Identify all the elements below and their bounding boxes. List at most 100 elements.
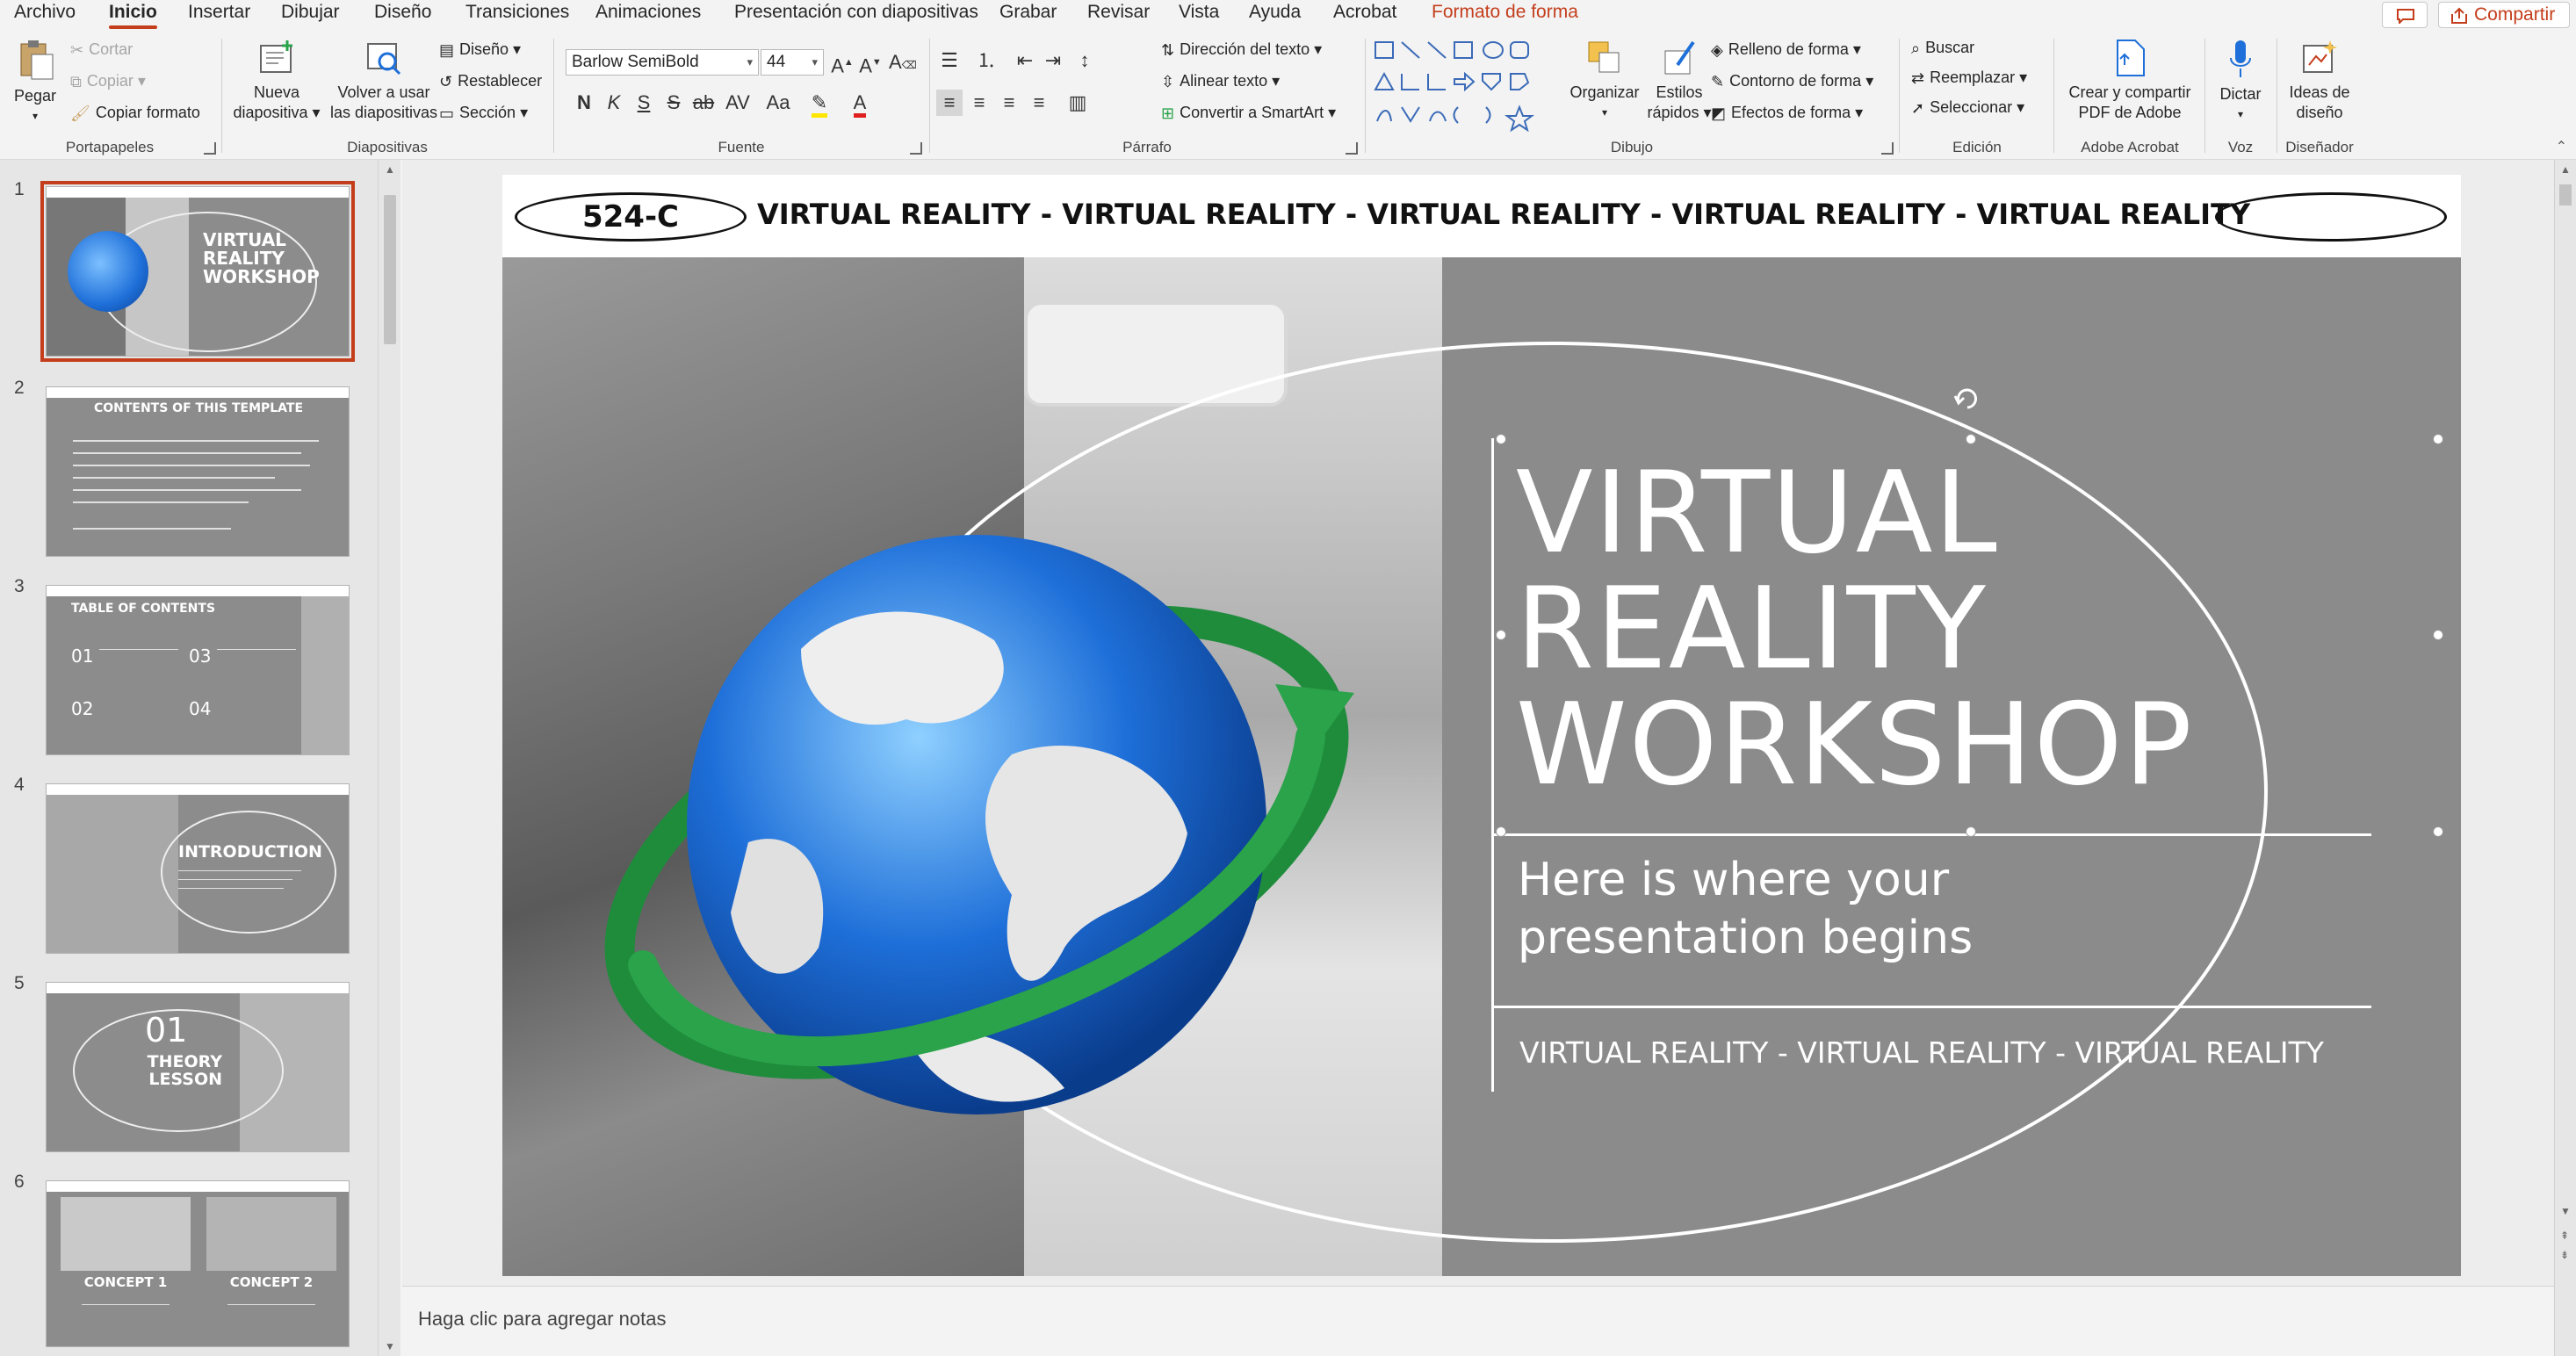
tab-formato-de-forma[interactable]: Formato de forma	[1432, 2, 1578, 23]
resize-handle[interactable]	[2433, 434, 2443, 444]
scrollbar-thumb[interactable]	[384, 195, 396, 344]
slide-subtitle[interactable]: Here is where your presentation begins	[1518, 851, 2308, 967]
replace-button[interactable]: ⇄ Reemplazar ▾	[1911, 69, 2027, 88]
comments-button[interactable]	[2382, 2, 2428, 28]
scroll-up-icon[interactable]: ▲	[385, 163, 395, 176]
scrollbar-thumb[interactable]	[2559, 184, 2572, 206]
slide-thumbnail-3[interactable]: TABLE OF CONTENTS 01 02 03 04	[46, 585, 350, 755]
columns-icon[interactable]: ▥	[1064, 90, 1091, 116]
highlight-icon[interactable]: ✎	[806, 90, 833, 118]
globe-illustration[interactable]	[538, 473, 1416, 1211]
rotate-handle-icon[interactable]	[1952, 384, 1981, 414]
slide-thumbnail-2[interactable]: CONTENTS OF THIS TEMPLATE	[46, 386, 350, 557]
paragraph-launcher[interactable]	[1346, 142, 1358, 155]
quick-styles-button[interactable]: Estilos rápidos ▾	[1644, 39, 1714, 123]
font-launcher[interactable]	[910, 142, 922, 155]
slide-tag-badge[interactable]: 524-C	[515, 192, 747, 242]
collapse-ribbon-icon[interactable]: ⌃	[2556, 138, 2567, 155]
slide-thumbnail-4[interactable]: INTRODUCTION	[46, 783, 350, 954]
bold-button[interactable]: N	[571, 90, 597, 116]
align-text-button[interactable]: ⇳ Alinear texto ▾	[1161, 72, 1280, 91]
char-spacing-icon[interactable]: AV	[720, 90, 755, 116]
strikethrough-icon[interactable]: ab	[690, 90, 717, 116]
resize-handle[interactable]	[1496, 826, 1506, 837]
decrease-indent-icon[interactable]: ⇤	[1012, 47, 1038, 74]
tab-insertar[interactable]: Insertar	[188, 2, 250, 23]
arrange-button[interactable]: Organizar ▾	[1565, 39, 1644, 123]
drawing-launcher[interactable]	[1881, 142, 1894, 155]
format-painter-button[interactable]: 🖌 Copiar formato	[70, 104, 200, 123]
dictate-button[interactable]: Dictar ▾	[2208, 39, 2273, 125]
slide-canvas[interactable]: 524-C VIRTUAL REALITY - VIRTUAL REALITY …	[502, 175, 2461, 1276]
tab-vista[interactable]: Vista	[1179, 2, 1219, 23]
numbering-icon[interactable]: ⒈	[973, 47, 999, 74]
resize-handle[interactable]	[2433, 630, 2443, 640]
shadow-button[interactable]: S	[660, 90, 687, 116]
tab-ayuda[interactable]: Ayuda	[1249, 2, 1301, 23]
italic-button[interactable]: K	[601, 90, 627, 116]
section-button[interactable]: ▭ Sección ▾	[439, 104, 528, 123]
align-left-icon[interactable]: ≡	[936, 90, 963, 116]
resize-handle[interactable]	[2433, 826, 2443, 837]
tab-archivo[interactable]: Archivo	[14, 2, 76, 23]
justify-icon[interactable]: ≡	[1026, 90, 1052, 116]
paste-button[interactable]: Pegar ▾	[9, 39, 61, 126]
new-slide-button[interactable]: Nueva diapositiva ▾	[228, 39, 325, 123]
slide-footer-text[interactable]: VIRTUAL REALITY - VIRTUAL REALITY - VIRT…	[1519, 1035, 2398, 1070]
tab-transiciones[interactable]: Transiciones	[465, 2, 569, 23]
increase-indent-icon[interactable]: ⇥	[1040, 47, 1066, 74]
text-direction-button[interactable]: ⇅ Dirección del texto ▾	[1161, 40, 1322, 60]
resize-handle[interactable]	[1966, 826, 1976, 837]
create-pdf-button[interactable]: Crear y compartir PDF de Adobe	[2057, 39, 2203, 123]
slide-thumbnail-1[interactable]: VIRTUAL REALITY WORKSHOP	[40, 181, 355, 362]
empty-oval-badge[interactable]	[2215, 192, 2447, 242]
resize-handle[interactable]	[1966, 434, 1976, 444]
tab-diseno[interactable]: Diseño	[374, 2, 431, 23]
decrease-font-icon[interactable]: A▼	[857, 49, 884, 76]
tab-revisar[interactable]: Revisar	[1087, 2, 1150, 23]
scroll-down-icon[interactable]: ▼	[2560, 1205, 2571, 1217]
bullets-icon[interactable]: ☰	[936, 47, 963, 74]
design-ideas-button[interactable]: Ideas de diseño	[2280, 39, 2359, 123]
align-right-icon[interactable]: ≡	[996, 90, 1022, 116]
shape-effects-button[interactable]: ◩ Efectos de forma ▾	[1711, 104, 1863, 123]
layout-button[interactable]: ▤ Diseño ▾	[439, 40, 521, 60]
shape-fill-button[interactable]: ◈ Relleno de forma ▾	[1711, 40, 1861, 60]
line-spacing-icon[interactable]: ↕	[1072, 47, 1098, 74]
tab-grabar[interactable]: Grabar	[999, 2, 1057, 23]
shapes-gallery[interactable]	[1370, 37, 1542, 132]
clear-format-icon[interactable]: A⌫	[889, 49, 917, 76]
scroll-down-icon[interactable]: ▼	[385, 1340, 395, 1352]
slide-title[interactable]: VIRTUAL REALITY WORKSHOP	[1516, 456, 2306, 804]
scroll-up-icon[interactable]: ▲	[2560, 163, 2571, 176]
change-case-icon[interactable]: Aa	[761, 90, 796, 116]
copy-button[interactable]: ⧉ Copiar ▾	[70, 72, 146, 91]
notes-pane[interactable]: Haga clic para agregar notas	[402, 1286, 2554, 1356]
reset-button[interactable]: ↺ Restablecer	[439, 72, 542, 91]
tab-animaciones[interactable]: Animaciones	[595, 2, 701, 23]
slide-thumbnail-6[interactable]: CONCEPT 1 CONCEPT 2	[46, 1180, 350, 1347]
font-color-icon[interactable]: A	[847, 90, 873, 118]
cut-button[interactable]: ✂ Cortar	[70, 40, 133, 60]
thumbnail-scrollbar[interactable]: ▲ ▼	[378, 160, 400, 1356]
align-center-icon[interactable]: ≡	[966, 90, 992, 116]
select-button[interactable]: ➚ Seleccionar ▾	[1911, 98, 2024, 118]
resize-handle[interactable]	[1496, 630, 1506, 640]
tab-acrobat[interactable]: Acrobat	[1333, 2, 1396, 23]
tab-presentacion[interactable]: Presentación con diapositivas	[734, 2, 978, 23]
reuse-slides-button[interactable]: Volver a usar las diapositivas	[327, 39, 441, 123]
find-button[interactable]: ⌕ Buscar	[1911, 39, 1974, 58]
tab-inicio[interactable]: Inicio	[109, 2, 157, 29]
smartart-button[interactable]: ⊞ Convertir a SmartArt ▾	[1161, 104, 1336, 123]
editor-scrollbar[interactable]: ▲ ▼ ⇞ ⇟	[2554, 160, 2576, 1356]
font-name-combo[interactable]: Barlow SemiBold ▾	[566, 49, 759, 76]
resize-handle[interactable]	[1496, 434, 1506, 444]
slide-top-text[interactable]: VIRTUAL REALITY - VIRTUAL REALITY - VIRT…	[757, 198, 2250, 231]
share-button[interactable]: Compartir	[2438, 2, 2570, 28]
next-slide-icon[interactable]: ⇟	[2560, 1249, 2569, 1261]
underline-button[interactable]: S	[631, 90, 657, 116]
tab-dibujar[interactable]: Dibujar	[281, 2, 340, 23]
shape-outline-button[interactable]: ✎ Contorno de forma ▾	[1711, 72, 1873, 91]
clipboard-launcher[interactable]	[204, 142, 216, 155]
font-size-combo[interactable]: 44 ▾	[761, 49, 824, 76]
